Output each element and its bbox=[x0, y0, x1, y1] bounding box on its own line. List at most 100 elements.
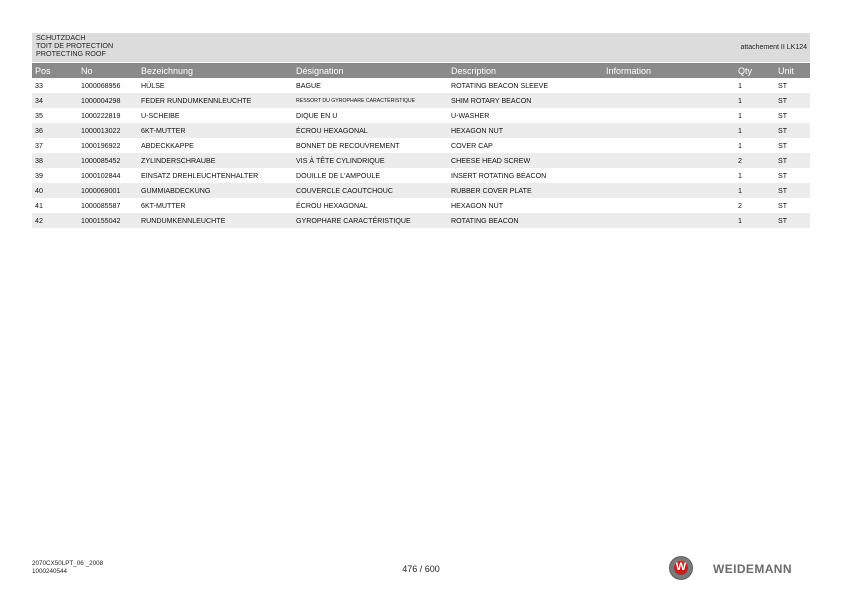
cell-information bbox=[603, 213, 735, 228]
document-number: 1000240544 bbox=[32, 567, 68, 575]
cell-description: SHIM ROTARY BEACON bbox=[448, 93, 603, 108]
cell-description: ROTATING BEACON SLEEVE bbox=[451, 81, 549, 90]
parts-table: Pos No Bezeichnung Désignation Descripti… bbox=[32, 63, 810, 228]
column-header-designation: Désignation bbox=[293, 63, 448, 78]
cell-description: U-WASHER bbox=[451, 111, 490, 120]
cell-description: INSERT ROTATING BEACON bbox=[451, 171, 547, 180]
cell-pos: 40 bbox=[32, 183, 78, 198]
cell-unit: ST bbox=[775, 93, 810, 108]
cell-part-number: 1000013022 bbox=[78, 123, 138, 138]
cell-qty: 1 bbox=[735, 213, 775, 228]
document-reference: 2070CX50LPT_06 _2008 1000240544 bbox=[32, 560, 103, 575]
table-row: 38 1000085452 ZYLINDERSCHRAUBE VIS À TÊT… bbox=[32, 153, 810, 168]
cell-bezeichnung: GUMMIABDECKUNG bbox=[138, 183, 293, 198]
cell-qty: 1 bbox=[735, 93, 775, 108]
cell-information bbox=[603, 123, 735, 138]
cell-part-number: 1000196922 bbox=[81, 141, 121, 150]
cell-pos: 42 bbox=[32, 213, 78, 228]
column-header-pos: Pos bbox=[32, 63, 78, 78]
cell-information bbox=[603, 108, 735, 123]
cell-designation: DIQUE EN U bbox=[296, 111, 338, 120]
column-header-qty: Qty bbox=[735, 63, 775, 78]
cell-bezeichnung: 6KT-MUTTER bbox=[138, 123, 293, 138]
table-row: 41 1000085587 6KT-MUTTER ÉCROU HEXAGONAL… bbox=[32, 198, 810, 213]
cell-bezeichnung: 6KT-MUTTER bbox=[141, 201, 186, 210]
cell-qty: 2 bbox=[735, 153, 775, 168]
cell-qty: 1 bbox=[738, 141, 742, 150]
section-title: SCHUTZDACH TOIT DE PROTECTION PROTECTING… bbox=[36, 34, 113, 58]
cell-part-number: 1000102844 bbox=[81, 171, 121, 180]
table-row: 40 1000069001 GUMMIABDECKUNG COUVERCLE C… bbox=[32, 183, 810, 198]
cell-unit: ST bbox=[775, 123, 810, 138]
cell-unit: ST bbox=[778, 171, 788, 180]
cell-pos: 39 bbox=[35, 171, 43, 180]
cell-part-number: 1000085452 bbox=[78, 153, 138, 168]
cell-designation: COUVERCLE CAOUTCHOUC bbox=[293, 183, 448, 198]
cell-qty: 1 bbox=[738, 111, 742, 120]
cell-designation: DOUILLE DE L'AMPOULE bbox=[296, 171, 381, 180]
cell-pos: 38 bbox=[32, 153, 78, 168]
cell-description: COVER CAP bbox=[451, 141, 493, 150]
cell-bezeichnung: EINSATZ DREHLEUCHTENHALTER bbox=[141, 171, 259, 180]
cell-pos: 41 bbox=[35, 201, 43, 210]
cell-description: ROTATING BEACON bbox=[448, 213, 603, 228]
table-row: 33 1000068956 HÜLSE BAGUE ROTATING BEACO… bbox=[32, 78, 810, 93]
cell-part-number: 1000222819 bbox=[81, 111, 121, 120]
cell-information bbox=[603, 138, 735, 153]
cell-designation: BAGUE bbox=[296, 81, 321, 90]
weidemann-logo: W WEIDEMANN bbox=[669, 556, 809, 582]
cell-designation: RESSORT DU GYROPHARE CARACTÉRISTIQUE bbox=[293, 93, 448, 108]
cell-pos: 34 bbox=[32, 93, 78, 108]
column-header-no: No bbox=[78, 63, 138, 78]
cell-designation: GYROPHARE CARACTÉRISTIQUE bbox=[293, 213, 448, 228]
cell-pos: 33 bbox=[35, 81, 43, 90]
table-header-row: Pos No Bezeichnung Désignation Descripti… bbox=[32, 63, 810, 78]
document-code: 2070CX50LPT_06 _2008 bbox=[32, 560, 104, 567]
page-number: 476 / 600 bbox=[402, 564, 440, 574]
table-row: 34 1000004298 FEDER RUNDUMKENNLEUCHTE RE… bbox=[32, 93, 810, 108]
cell-part-number: 1000004298 bbox=[78, 93, 138, 108]
cell-unit: ST bbox=[778, 201, 788, 210]
cell-designation: ÉCROU HEXAGONAL bbox=[293, 123, 448, 138]
cell-designation: ÉCROU HEXAGONAL bbox=[296, 201, 368, 210]
cell-pos: 36 bbox=[32, 123, 78, 138]
column-header-information: Information bbox=[603, 63, 735, 78]
cell-information bbox=[603, 168, 735, 183]
cell-bezeichnung: ABDECKKAPPE bbox=[141, 141, 194, 150]
cell-part-number: 1000155042 bbox=[78, 213, 138, 228]
logo-letter: W bbox=[675, 561, 687, 573]
cell-unit: ST bbox=[778, 81, 788, 90]
cell-pos: 37 bbox=[35, 141, 43, 150]
title-english: PROTECTING ROOF bbox=[36, 49, 106, 58]
column-header-description: Description bbox=[448, 63, 603, 78]
cell-description: RUBBER COVER PLATE bbox=[448, 183, 603, 198]
cell-unit: ST bbox=[775, 153, 810, 168]
cell-qty: 1 bbox=[738, 81, 742, 90]
cell-designation: BONNET DE RECOUVREMENT bbox=[296, 141, 400, 150]
brand-name: WEIDEMANN bbox=[713, 562, 792, 576]
document-header: SCHUTZDACH TOIT DE PROTECTION PROTECTING… bbox=[32, 33, 810, 62]
cell-part-number: 1000068956 bbox=[81, 81, 121, 90]
cell-information bbox=[603, 78, 735, 93]
cell-information bbox=[603, 198, 735, 213]
cell-unit: ST bbox=[775, 183, 810, 198]
cell-part-number: 1000069001 bbox=[78, 183, 138, 198]
cell-part-number: 1000085587 bbox=[81, 201, 121, 210]
table-row: 39 1000102844 EINSATZ DREHLEUCHTENHALTER… bbox=[32, 168, 810, 183]
cell-description: HEXAGON NUT bbox=[448, 123, 603, 138]
cell-qty: 1 bbox=[735, 183, 775, 198]
cell-designation: VIS À TÊTE CYLINDRIQUE bbox=[293, 153, 448, 168]
cell-bezeichnung: RUNDUMKENNLEUCHTE bbox=[138, 213, 293, 228]
table-row: 37 1000196922 ABDECKKAPPE BONNET DE RECO… bbox=[32, 138, 810, 153]
cell-bezeichnung: HÜLSE bbox=[141, 81, 165, 90]
cell-qty: 1 bbox=[735, 123, 775, 138]
column-header-bezeichnung: Bezeichnung bbox=[138, 63, 293, 78]
cell-information bbox=[603, 183, 735, 198]
cell-pos: 35 bbox=[35, 111, 43, 120]
cell-unit: ST bbox=[778, 141, 788, 150]
cell-unit: ST bbox=[778, 111, 788, 120]
column-header-unit: Unit bbox=[775, 63, 810, 78]
cell-information bbox=[603, 153, 735, 168]
attachment-label: attachement II LK124 bbox=[740, 44, 807, 51]
table-row: 35 1000222819 U-SCHEIBE DIQUE EN U U-WAS… bbox=[32, 108, 810, 123]
